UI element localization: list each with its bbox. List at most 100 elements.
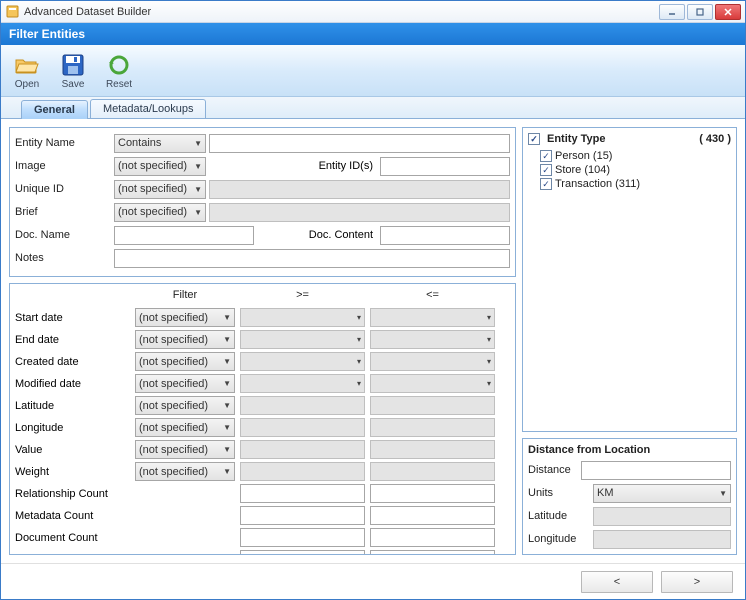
entity-ids-input[interactable] bbox=[380, 157, 510, 176]
longitude-label: Longitude bbox=[15, 422, 130, 434]
titlebar: Advanced Dataset Builder bbox=[1, 1, 745, 23]
ribbon-title: Filter Entities bbox=[1, 23, 745, 45]
entity-type-item-transaction[interactable]: ✓Transaction (311) bbox=[528, 177, 731, 191]
person-checkbox[interactable]: ✓ bbox=[540, 150, 552, 162]
entity-type-panel: ✓ Entity Type ( 430 ) ✓Person (15) ✓Stor… bbox=[522, 127, 737, 432]
document-count-label: Document Count bbox=[15, 532, 130, 544]
notes-input[interactable] bbox=[114, 249, 510, 268]
units-select[interactable]: KM▼ bbox=[593, 484, 731, 503]
open-label: Open bbox=[15, 79, 39, 90]
unique-id-label: Unique ID bbox=[15, 183, 111, 195]
value-lte bbox=[370, 440, 495, 459]
entity-type-count: ( 430 ) bbox=[699, 133, 731, 145]
note-count-lte[interactable] bbox=[370, 550, 495, 555]
relationship-count-lte[interactable] bbox=[370, 484, 495, 503]
weight-filter[interactable]: (not specified)▼ bbox=[135, 462, 235, 481]
created-date-filter[interactable]: (not specified)▼ bbox=[135, 352, 235, 371]
end-date-filter[interactable]: (not specified)▼ bbox=[135, 330, 235, 349]
latitude-filter[interactable]: (not specified)▼ bbox=[135, 396, 235, 415]
created-date-label: Created date bbox=[15, 356, 130, 368]
toolbar: Open Save Reset bbox=[1, 45, 745, 97]
entity-name-operator[interactable]: Contains▼ bbox=[114, 134, 206, 153]
save-label: Save bbox=[62, 79, 85, 90]
entity-filter-panel: Entity Name Contains▼ Image (not specifi… bbox=[9, 127, 516, 277]
content-area: Entity Name Contains▼ Image (not specifi… bbox=[1, 119, 745, 563]
doc-content-input[interactable] bbox=[380, 226, 510, 245]
longitude-gte bbox=[240, 418, 365, 437]
unique-id-operator[interactable]: (not specified)▼ bbox=[114, 180, 206, 199]
entity-type-item-person[interactable]: ✓Person (15) bbox=[528, 149, 731, 163]
left-column: Entity Name Contains▼ Image (not specifi… bbox=[9, 127, 516, 555]
modified-date-filter[interactable]: (not specified)▼ bbox=[135, 374, 235, 393]
reset-icon bbox=[106, 52, 132, 78]
start-date-filter[interactable]: (not specified)▼ bbox=[135, 308, 235, 327]
document-count-lte[interactable] bbox=[370, 528, 495, 547]
filter-header: Filter bbox=[135, 289, 235, 305]
distance-title: Distance from Location bbox=[528, 444, 650, 456]
document-count-gte[interactable] bbox=[240, 528, 365, 547]
distance-input[interactable] bbox=[581, 461, 731, 480]
longitude-filter[interactable]: (not specified)▼ bbox=[135, 418, 235, 437]
doc-name-label: Doc. Name bbox=[15, 229, 111, 241]
open-button[interactable]: Open bbox=[7, 52, 47, 90]
lte-header: <= bbox=[370, 289, 495, 305]
right-column: ✓ Entity Type ( 430 ) ✓Person (15) ✓Stor… bbox=[522, 127, 737, 555]
latitude-label: Latitude bbox=[15, 400, 130, 412]
note-count-gte[interactable] bbox=[240, 550, 365, 555]
doc-name-input[interactable] bbox=[114, 226, 254, 245]
tab-metadata-lookups[interactable]: Metadata/Lookups bbox=[90, 99, 207, 118]
brief-input bbox=[209, 203, 510, 222]
note-count-label: Note Count bbox=[15, 554, 130, 556]
image-label: Image bbox=[15, 160, 111, 172]
weight-label: Weight bbox=[15, 466, 130, 478]
created-date-gte: ▾ bbox=[240, 352, 365, 371]
image-operator[interactable]: (not specified)▼ bbox=[114, 157, 206, 176]
metadata-count-lte[interactable] bbox=[370, 506, 495, 525]
metadata-count-label: Metadata Count bbox=[15, 510, 130, 522]
minimize-button[interactable] bbox=[659, 4, 685, 20]
save-button[interactable]: Save bbox=[53, 52, 93, 90]
dist-latitude-label: Latitude bbox=[528, 510, 590, 522]
doc-content-label: Doc. Content bbox=[295, 229, 373, 241]
folder-open-icon bbox=[14, 52, 40, 78]
units-label: Units bbox=[528, 487, 590, 499]
brief-label: Brief bbox=[15, 206, 111, 218]
maximize-button[interactable] bbox=[687, 4, 713, 20]
modified-date-gte: ▾ bbox=[240, 374, 365, 393]
entity-name-input[interactable] bbox=[209, 134, 510, 153]
gte-header: >= bbox=[240, 289, 365, 305]
reset-label: Reset bbox=[106, 79, 132, 90]
relationship-count-gte[interactable] bbox=[240, 484, 365, 503]
prev-button[interactable]: < bbox=[581, 571, 653, 593]
value-label: Value bbox=[15, 444, 130, 456]
store-checkbox[interactable]: ✓ bbox=[540, 164, 552, 176]
brief-operator[interactable]: (not specified)▼ bbox=[114, 203, 206, 222]
footer: < > bbox=[1, 563, 745, 599]
modified-date-lte: ▾ bbox=[370, 374, 495, 393]
entity-type-checkbox[interactable]: ✓ bbox=[528, 133, 540, 145]
dist-longitude-input bbox=[593, 530, 731, 549]
transaction-checkbox[interactable]: ✓ bbox=[540, 178, 552, 190]
start-date-lte: ▾ bbox=[370, 308, 495, 327]
tab-general[interactable]: General bbox=[21, 100, 88, 119]
modified-date-label: Modified date bbox=[15, 378, 130, 390]
value-filter[interactable]: (not specified)▼ bbox=[135, 440, 235, 459]
dist-longitude-label: Longitude bbox=[528, 533, 590, 545]
longitude-lte bbox=[370, 418, 495, 437]
start-date-gte: ▾ bbox=[240, 308, 365, 327]
next-button[interactable]: > bbox=[661, 571, 733, 593]
metadata-count-gte[interactable] bbox=[240, 506, 365, 525]
relationship-count-label: Relationship Count bbox=[15, 488, 130, 500]
reset-button[interactable]: Reset bbox=[99, 52, 139, 90]
close-button[interactable] bbox=[715, 4, 741, 20]
weight-gte bbox=[240, 462, 365, 481]
end-date-label: End date bbox=[15, 334, 130, 346]
dist-latitude-input bbox=[593, 507, 731, 526]
end-date-lte: ▾ bbox=[370, 330, 495, 349]
distance-panel: Distance from Location Distance UnitsKM▼… bbox=[522, 438, 737, 555]
entity-type-label: Entity Type bbox=[547, 133, 605, 145]
app-icon bbox=[5, 5, 19, 19]
entity-type-item-store[interactable]: ✓Store (104) bbox=[528, 163, 731, 177]
distance-label: Distance bbox=[528, 464, 578, 476]
unique-id-input bbox=[209, 180, 510, 199]
